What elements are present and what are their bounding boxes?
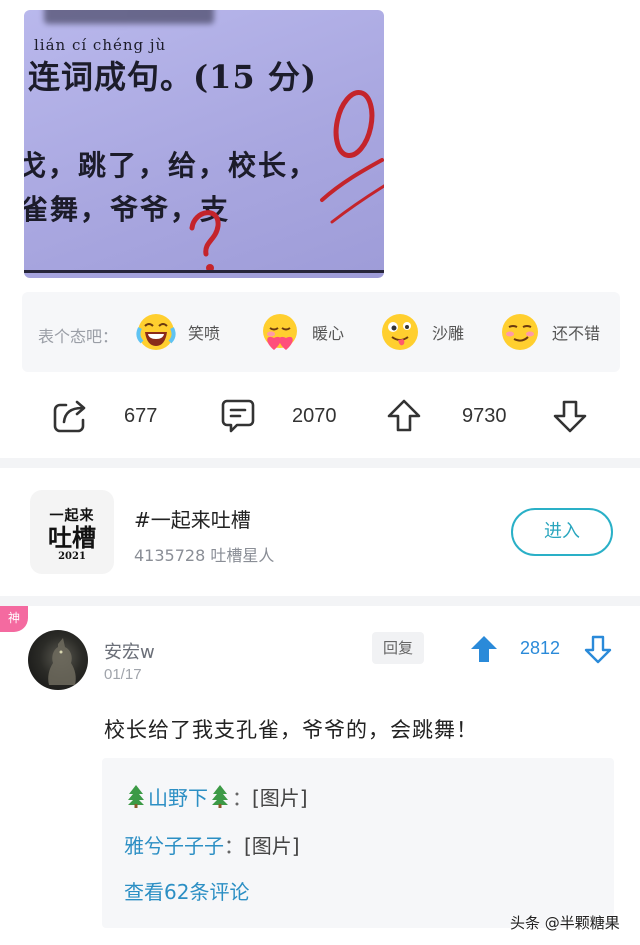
- reply-item[interactable]: 雅兮子子子：[图片]: [124, 830, 300, 859]
- avatar[interactable]: [28, 630, 88, 690]
- reaction-warm[interactable]: 暖心: [260, 310, 344, 354]
- comment-upvote-count: 2812: [520, 638, 561, 658]
- watermark: 头条 @半颗糖果: [510, 914, 620, 932]
- comment-icon[interactable]: [220, 398, 256, 434]
- upvote-filled-icon[interactable]: [470, 634, 498, 664]
- comment-text: 校长给了我支孔雀，爷爷的，会跳舞！: [104, 718, 478, 742]
- downvote-outline-icon[interactable]: [552, 398, 588, 434]
- red-pen-marks: [189, 90, 384, 272]
- pine-tree-icon: [212, 785, 228, 808]
- silly-tongue-emoji-icon: [382, 314, 418, 350]
- god-comment-badge: 神: [0, 606, 28, 632]
- heart-hug-emoji-icon: [263, 314, 297, 350]
- comment-count: 2070: [292, 405, 337, 427]
- laughing-crying-emoji-icon: [136, 314, 176, 350]
- topic-title[interactable]: #一起来吐槽: [134, 504, 251, 533]
- reply-username[interactable]: 山野下: [148, 786, 208, 810]
- upvote-count: 9730: [462, 405, 507, 427]
- reaction-bar: 表个态吧： 笑喷 暖心 沙雕 还不错: [22, 292, 620, 372]
- section-divider: [0, 596, 640, 606]
- topic-logo-line2: 吐槽: [48, 522, 96, 552]
- content-smile-emoji-icon: [502, 314, 538, 350]
- view-more-comments-link[interactable]: 查看62条评论: [124, 876, 249, 905]
- reaction-label: 还不错: [552, 324, 601, 343]
- reply-separator: ：: [224, 834, 244, 858]
- reply-username[interactable]: 雅兮子子子: [124, 834, 224, 858]
- upvote-outline-icon[interactable]: [386, 398, 422, 434]
- worksheet-rule: [24, 270, 384, 273]
- topic-logo[interactable]: 一起来 吐槽 2021: [30, 490, 114, 574]
- reaction-laugh[interactable]: 笑喷: [136, 310, 220, 354]
- reaction-not-bad[interactable]: 还不错: [500, 310, 600, 354]
- pine-tree-icon: [128, 785, 144, 808]
- reply-separator: ：: [232, 786, 252, 810]
- share-count: 677: [124, 405, 158, 427]
- comment-username[interactable]: 安宏w: [104, 638, 155, 664]
- post-action-row: 677 2070 9730: [0, 388, 640, 444]
- reaction-label: 沙雕: [432, 324, 465, 343]
- share-icon[interactable]: [52, 398, 90, 434]
- topic-logo-line1: 一起来: [49, 507, 95, 524]
- reaction-label: 暖心: [312, 324, 345, 343]
- comment-date: 01/17: [104, 666, 142, 683]
- post-image[interactable]: lián cí chéng jù 连词成句。(15 分) 戈，跳了，给，校长， …: [24, 10, 384, 278]
- reaction-silly[interactable]: 沙雕: [380, 310, 464, 354]
- reply-body: [图片]: [252, 786, 308, 810]
- reaction-label: 笑喷: [188, 324, 221, 343]
- replies-box: 山野下 ：[图片] 雅兮子子子：[图片] 查看62条评论: [102, 758, 614, 928]
- topic-logo-year: 2021: [58, 550, 86, 562]
- downvote-outline-icon[interactable]: [584, 634, 612, 664]
- cat-silhouette: [48, 638, 76, 685]
- reply-button[interactable]: 回复: [372, 632, 424, 664]
- section-divider: [0, 458, 640, 468]
- topic-member-count: 4135728 吐槽星人: [134, 546, 275, 565]
- reaction-prompt: 表个态吧：: [38, 327, 119, 346]
- reply-body: [图片]: [244, 834, 300, 858]
- enter-topic-button[interactable]: 进入: [511, 508, 613, 556]
- reply-item[interactable]: 山野下 ：[图片]: [124, 782, 308, 811]
